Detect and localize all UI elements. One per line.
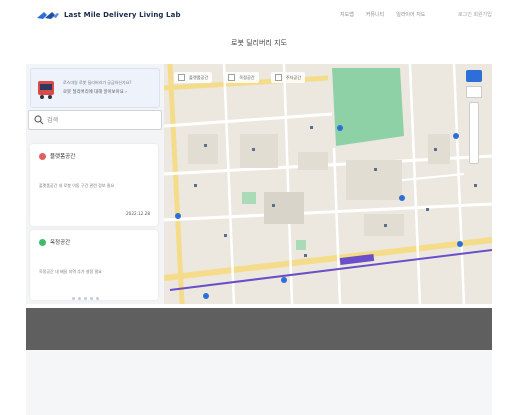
top-nav: 지도맵 커뮤니티 일라이어 지도 bbox=[340, 11, 437, 18]
filter-parking[interactable]: 주차공간 bbox=[270, 72, 306, 83]
pager-dot[interactable] bbox=[84, 297, 87, 300]
card-desc: 옥정공간 내 배달 지역 추가 설정 필요 bbox=[39, 269, 102, 274]
status-dot-icon bbox=[39, 153, 46, 160]
promo-banner[interactable]: 로스마일 로봇 딜리버리가 궁금하신가요? 로봇 딜리버리에 대해 알아보아요 … bbox=[30, 68, 160, 108]
logo-text: Last Mile Delivery Living Lab bbox=[64, 11, 181, 19]
nav-item-map2[interactable]: 일라이어 지도 bbox=[396, 11, 425, 18]
pager bbox=[72, 297, 102, 300]
card-date: 2022.12.28 bbox=[126, 211, 150, 216]
filter-label: 플랫폼공간 bbox=[189, 74, 209, 80]
pager-dot[interactable] bbox=[90, 297, 93, 300]
list-item[interactable]: 옥정공간 옥정공간 내 배달 지역 추가 설정 필요 bbox=[30, 230, 158, 300]
list-item[interactable]: 플랫폼공간 플랫폼공간 내 로봇 이동 구간 관련 정보 필요 2022.12.… bbox=[30, 144, 158, 226]
search-box bbox=[28, 110, 162, 130]
status-dot-icon bbox=[39, 239, 46, 246]
footer-dark bbox=[26, 308, 492, 350]
search-icon[interactable] bbox=[34, 115, 44, 125]
map-layer-button[interactable] bbox=[466, 86, 482, 98]
park-area bbox=[332, 68, 404, 146]
nav-item-community[interactable]: 커뮤니티 bbox=[366, 11, 384, 18]
pager-dot[interactable] bbox=[72, 297, 75, 300]
logo-mark-icon bbox=[37, 12, 59, 19]
map-type-button[interactable] bbox=[466, 70, 482, 82]
promo-line2[interactable]: 로봇 딜리버리에 대해 알아보아요 › bbox=[63, 89, 127, 95]
promo-line1: 로스마일 로봇 딜리버리가 궁금하신가요? bbox=[63, 80, 132, 85]
page-title: 로봇 딜리버리 지도 bbox=[231, 39, 287, 47]
card-title: 플랫폼공간 bbox=[50, 154, 76, 160]
sidebar: 로스마일 로봇 딜리버리가 궁금하신가요? 로봇 딜리버리에 대해 알아보아요 … bbox=[26, 64, 164, 304]
card-title: 옥정공간 bbox=[50, 240, 71, 246]
map-canvas bbox=[164, 64, 492, 304]
filter-label: 주차공간 bbox=[285, 74, 302, 80]
filter-okjeong[interactable]: 옥정공간 bbox=[224, 72, 259, 83]
checkbox[interactable] bbox=[228, 74, 236, 81]
checkbox[interactable] bbox=[274, 74, 282, 81]
footer-light bbox=[26, 350, 492, 415]
nav-item-map[interactable]: 지도맵 bbox=[340, 11, 354, 18]
search-input[interactable] bbox=[47, 114, 157, 126]
header: Last Mile Delivery Living Lab 지도맵 커뮤니티 일… bbox=[0, 0, 518, 32]
robot-icon bbox=[38, 81, 54, 99]
zoom-control[interactable] bbox=[469, 102, 479, 164]
logo[interactable]: Last Mile Delivery Living Lab bbox=[36, 10, 181, 20]
pager-dot[interactable] bbox=[96, 297, 99, 300]
pager-dot[interactable] bbox=[78, 297, 81, 300]
filter-platform[interactable]: 플랫폼공간 bbox=[174, 72, 213, 83]
map-filter-bar: 플랫폼공간 옥정공간 주차공간 bbox=[174, 72, 317, 83]
card-desc: 플랫폼공간 내 로봇 이동 구간 관련 정보 필요 bbox=[39, 183, 115, 188]
filter-label: 옥정공간 bbox=[239, 74, 255, 80]
login-link[interactable]: 로그인 회원가입 bbox=[458, 11, 492, 18]
checkbox[interactable] bbox=[178, 74, 185, 81]
map-view[interactable]: 플랫폼공간 옥정공간 주차공간 bbox=[164, 64, 492, 304]
